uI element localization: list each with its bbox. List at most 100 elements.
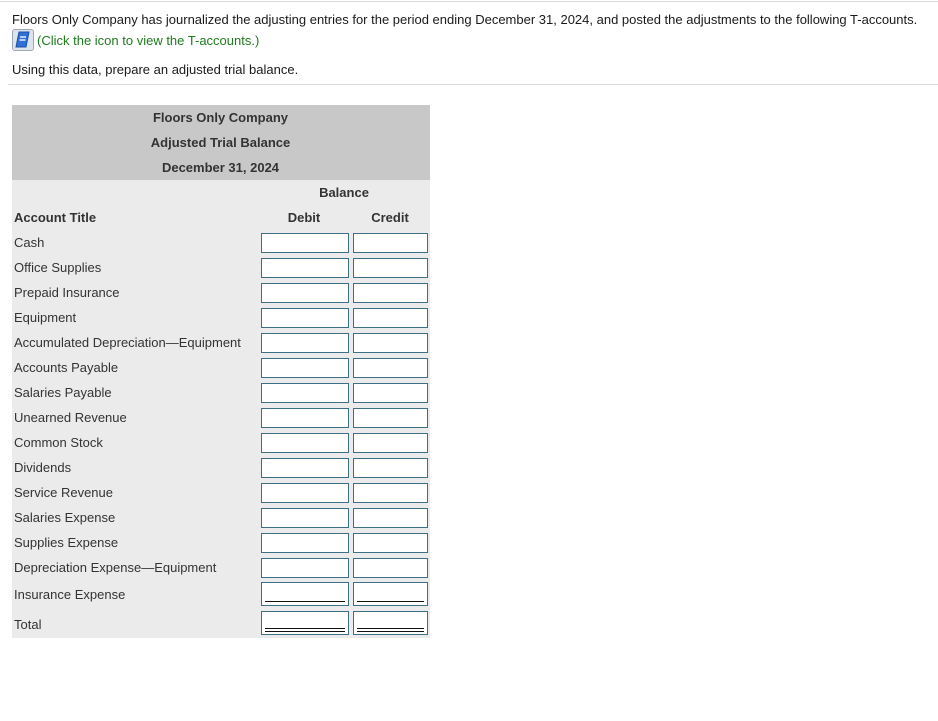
- debit-input[interactable]: [261, 233, 349, 253]
- account-title: Accounts Payable: [14, 360, 119, 375]
- credit-input[interactable]: [353, 433, 428, 453]
- debit-input[interactable]: [261, 458, 349, 478]
- account-title-header: Account Title: [14, 210, 97, 225]
- statement-title: Adjusted Trial Balance: [150, 135, 291, 150]
- debit-cell: [261, 358, 349, 378]
- account-title: Common Stock: [14, 435, 103, 450]
- account-row: Depreciation Expense—Equipment: [12, 555, 430, 580]
- credit-input[interactable]: [353, 533, 428, 553]
- debit-input[interactable]: [261, 483, 349, 503]
- hint-row: (Click the icon to view the T-accounts.): [12, 28, 259, 52]
- debit-cell: [261, 582, 349, 606]
- debit-cell: [261, 483, 349, 503]
- column-header-row: Account Title Debit Credit: [12, 205, 430, 230]
- credit-cell: [353, 383, 428, 403]
- account-row: Supplies Expense: [12, 530, 430, 555]
- debit-cell: [261, 233, 349, 253]
- book-icon[interactable]: [12, 29, 34, 51]
- trial-balance-body: Balance Account Title Debit Credit Cash O…: [12, 180, 430, 638]
- total-credit-input[interactable]: [353, 611, 428, 635]
- account-title: Service Revenue: [14, 485, 113, 500]
- credit-cell: [353, 558, 428, 578]
- credit-input[interactable]: [353, 408, 428, 428]
- statement-date: December 31, 2024: [161, 160, 280, 175]
- account-title: Accumulated Depreciation—Equipment: [14, 335, 241, 350]
- account-row: Accounts Payable: [12, 355, 430, 380]
- debit-cell: [261, 258, 349, 278]
- credit-input[interactable]: [353, 283, 428, 303]
- debit-input[interactable]: [261, 308, 349, 328]
- credit-input[interactable]: [353, 258, 428, 278]
- debit-cell: [261, 508, 349, 528]
- trial-balance-heading: Floors Only Company Adjusted Trial Balan…: [12, 105, 430, 180]
- account-row: Insurance Expense: [12, 580, 430, 608]
- debit-input[interactable]: [261, 408, 349, 428]
- credit-input[interactable]: [353, 383, 428, 403]
- credit-cell: [353, 308, 428, 328]
- debit-cell: [261, 408, 349, 428]
- credit-input[interactable]: [353, 358, 428, 378]
- debit-input[interactable]: [261, 508, 349, 528]
- credit-cell: [353, 533, 428, 553]
- credit-input[interactable]: [353, 508, 428, 528]
- account-row: Unearned Revenue: [12, 405, 430, 430]
- credit-input[interactable]: [353, 233, 428, 253]
- total-debit-input[interactable]: [261, 611, 349, 635]
- company-name: Floors Only Company: [152, 110, 289, 125]
- debit-input[interactable]: [261, 533, 349, 553]
- debit-cell: [261, 558, 349, 578]
- account-title: Supplies Expense: [14, 535, 119, 550]
- credit-cell: [353, 508, 428, 528]
- credit-input[interactable]: [353, 582, 428, 606]
- account-title: Prepaid Insurance: [14, 285, 120, 300]
- account-row: Office Supplies: [12, 255, 430, 280]
- credit-input[interactable]: [353, 558, 428, 578]
- debit-input[interactable]: [261, 333, 349, 353]
- debit-cell: [261, 533, 349, 553]
- account-row: Accumulated Depreciation—Equipment: [12, 330, 430, 355]
- instruction-text: Using this data, prepare an adjusted tri…: [12, 62, 299, 77]
- debit-input[interactable]: [261, 358, 349, 378]
- section-divider: [8, 84, 938, 85]
- credit-cell: [353, 258, 428, 278]
- debit-input[interactable]: [261, 283, 349, 303]
- account-title: Dividends: [14, 460, 72, 475]
- total-debit-cell: [261, 611, 349, 635]
- account-title: Salaries Payable: [14, 385, 112, 400]
- account-title: Insurance Expense: [14, 587, 126, 602]
- credit-cell: [353, 582, 428, 606]
- credit-header: Credit: [371, 210, 409, 225]
- view-t-accounts-link[interactable]: (Click the icon to view the T-accounts.): [37, 33, 259, 48]
- debit-input[interactable]: [261, 433, 349, 453]
- debit-input[interactable]: [261, 558, 349, 578]
- credit-input[interactable]: [353, 333, 428, 353]
- total-credit-cell: [353, 611, 428, 635]
- debit-cell: [261, 333, 349, 353]
- debit-input[interactable]: [261, 258, 349, 278]
- account-row: Common Stock: [12, 430, 430, 455]
- credit-input[interactable]: [353, 458, 428, 478]
- debit-cell: [261, 433, 349, 453]
- credit-cell: [353, 433, 428, 453]
- account-title: Unearned Revenue: [14, 410, 127, 425]
- debit-cell: [261, 383, 349, 403]
- question-intro: Floors Only Company has journalized the …: [12, 12, 918, 27]
- credit-cell: [353, 458, 428, 478]
- debit-input[interactable]: [261, 383, 349, 403]
- debit-cell: [261, 458, 349, 478]
- account-row: Cash: [12, 230, 430, 255]
- account-title: Office Supplies: [14, 260, 102, 275]
- credit-cell: [353, 408, 428, 428]
- credit-cell: [353, 483, 428, 503]
- credit-input[interactable]: [353, 308, 428, 328]
- account-title: Salaries Expense: [14, 510, 116, 525]
- balance-header-row: Balance: [12, 180, 430, 205]
- account-row: Dividends: [12, 455, 430, 480]
- debit-input[interactable]: [261, 582, 349, 606]
- account-title: Depreciation Expense—Equipment: [14, 560, 217, 575]
- credit-cell: [353, 358, 428, 378]
- credit-cell: [353, 233, 428, 253]
- credit-cell: [353, 333, 428, 353]
- credit-input[interactable]: [353, 483, 428, 503]
- account-row: Prepaid Insurance: [12, 280, 430, 305]
